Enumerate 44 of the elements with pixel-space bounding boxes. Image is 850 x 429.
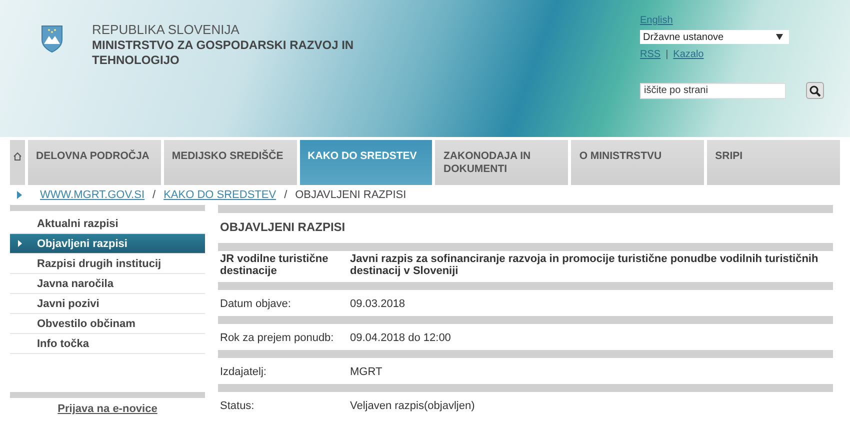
nav-tab[interactable]: O MINISTRSTVU bbox=[571, 140, 704, 185]
caret-icon bbox=[776, 34, 783, 40]
nav-tab[interactable]: ZAKONODAJA IN DOKUMENTI bbox=[435, 140, 568, 185]
page-title: OBJAVLJENI RAZPISI bbox=[219, 219, 346, 236]
coat-of-arms-icon bbox=[40, 24, 64, 54]
ministry-name: MINISTRSTVO ZA GOSPODARSKI RAZVOJ IN TEHNOLOGIJO bbox=[92, 38, 355, 68]
nav-tab[interactable]: KAKO DO SREDSTEV bbox=[300, 140, 432, 185]
field-value: 09.03.2018 bbox=[350, 298, 406, 310]
triangle-icon bbox=[18, 240, 22, 247]
institutions-dropdown[interactable]: Državne ustanove bbox=[640, 30, 789, 44]
field-label: JR vodilne turistične destinacije bbox=[220, 253, 330, 279]
home-icon bbox=[13, 152, 22, 161]
header-link[interactable]: RSS bbox=[640, 49, 661, 60]
field-label: Rok za prejem ponudb: bbox=[220, 332, 335, 344]
field-value: MGRT bbox=[350, 366, 384, 378]
sidebar-item[interactable]: Javna naročila bbox=[10, 274, 205, 294]
search-button[interactable] bbox=[806, 82, 824, 99]
link-separator: | bbox=[666, 49, 668, 60]
breadcrumb-separator: / bbox=[152, 189, 156, 201]
header-link[interactable]: Kazalo bbox=[673, 49, 704, 60]
field-value: 09.04.2018 do 12:00 bbox=[350, 332, 452, 344]
nav-tab[interactable]: DELOVNA PODROČJA bbox=[28, 140, 161, 185]
home-button[interactable] bbox=[10, 140, 25, 185]
breadcrumb-current: OBJAVLJENI RAZPISI bbox=[295, 189, 406, 201]
sidebar-item[interactable]: Javni pozivi bbox=[10, 294, 205, 314]
search-icon bbox=[809, 84, 821, 96]
triangle-icon bbox=[17, 191, 22, 199]
sidebar-item[interactable]: Info točka bbox=[10, 334, 205, 354]
search-field[interactable]: iščite po strani bbox=[640, 82, 786, 98]
field-label: Izdajatelj: bbox=[220, 366, 268, 378]
breadcrumb-link[interactable]: KAKO DO SREDSTEV bbox=[164, 189, 276, 201]
nav-tab[interactable]: MEDIJSKO SREDIŠČE bbox=[164, 140, 297, 185]
sidebar-item[interactable]: Razpisi drugih institucij bbox=[10, 254, 205, 274]
country-name: REPUBLIKA SLOVENIJA bbox=[92, 22, 240, 37]
breadcrumb-link[interactable]: WWW.MGRT.GOV.SI bbox=[40, 189, 145, 201]
field-label: Status: bbox=[220, 400, 256, 412]
sidebar-item[interactable]: Objavljeni razpisi bbox=[10, 234, 205, 254]
field-value: Veljaven razpis(objavljen) bbox=[350, 400, 476, 412]
breadcrumb-separator: / bbox=[284, 189, 288, 201]
sidebar-item[interactable]: Obvestilo občinam bbox=[10, 314, 205, 334]
field-label: Datum objave: bbox=[220, 298, 292, 310]
field-value: Javni razpis za sofinanciranje razvoja in promocije turistične ponudbe vodilnih turističnih destinacij v Sloveniji bbox=[350, 253, 820, 279]
newsletter-link[interactable]: Prijava na e-novice bbox=[58, 403, 158, 415]
nav-tab[interactable]: SRIPI bbox=[707, 140, 840, 185]
